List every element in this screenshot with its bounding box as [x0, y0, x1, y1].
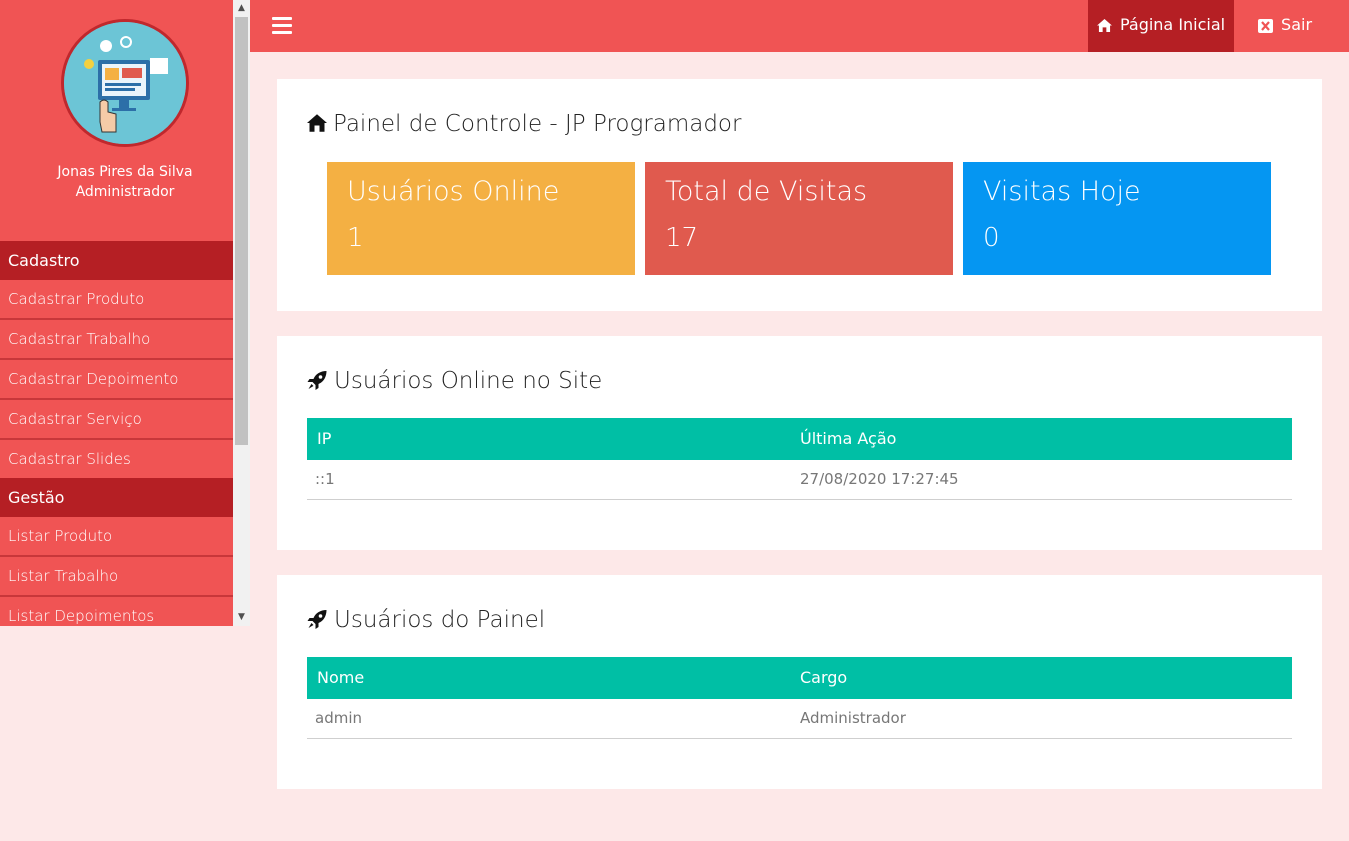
stat-label: Visitas Hoje — [983, 176, 1141, 207]
exit-link[interactable]: Sair — [1250, 0, 1320, 52]
menu-item-listar-trabalho[interactable]: Listar Trabalho — [0, 557, 233, 597]
topbar: Página Inicial Sair — [250, 0, 1349, 52]
sidebar: Jonas Pires da Silva Administrador Cadas… — [0, 0, 250, 626]
home-icon — [307, 113, 327, 132]
user-role: Administrador — [75, 184, 175, 200]
stat-value: 1 — [347, 223, 364, 253]
menu-icon[interactable] — [272, 17, 292, 35]
menu-item-cadastrar-trabalho[interactable]: Cadastrar Trabalho — [0, 320, 233, 360]
panel-users-title-text: Usuários do Painel — [334, 607, 546, 633]
dashboard-title: Painel de Controle - JP Programador — [307, 111, 741, 137]
rocket-icon — [307, 370, 327, 390]
column-header-ip: IP — [317, 429, 332, 448]
table-row: ::1 27/08/2020 17:27:45 — [307, 460, 1292, 500]
panel-users-table: Nome Cargo admin Administrador — [307, 657, 1292, 739]
column-header-role: Cargo — [800, 668, 848, 687]
menu-item-listar-produto[interactable]: Listar Produto — [0, 517, 233, 557]
online-users-title-text: Usuários Online no Site — [334, 368, 603, 394]
menu-item-cadastrar-produto[interactable]: Cadastrar Produto — [0, 280, 233, 320]
table-row: admin Administrador — [307, 699, 1292, 739]
close-icon — [1257, 18, 1273, 33]
stat-value: 0 — [983, 223, 1000, 253]
scrollbar-thumb[interactable] — [235, 17, 248, 445]
home-link[interactable]: Página Inicial — [1088, 0, 1234, 52]
menu-section-cadastro: Cadastro — [0, 241, 233, 280]
online-users-panel: Usuários Online no Site IP Última Ação :… — [277, 336, 1322, 550]
panel-users-title: Usuários do Painel — [307, 607, 545, 633]
column-header-last-action: Última Ação — [800, 429, 897, 448]
menu-item-cadastrar-servico[interactable]: Cadastrar Serviço — [0, 400, 233, 440]
scroll-up-icon[interactable]: ▲ — [233, 0, 250, 17]
menu-item-listar-depoimentos[interactable]: Listar Depoimentos — [0, 597, 233, 626]
table-header: IP Última Ação — [307, 418, 1292, 460]
scroll-down-icon[interactable]: ▼ — [233, 609, 250, 626]
cell-last-action: 27/08/2020 17:27:45 — [800, 470, 959, 488]
avatar — [61, 19, 189, 147]
home-icon — [1096, 19, 1112, 32]
sidebar-scrollbar[interactable]: ▲ ▼ — [233, 0, 250, 626]
cell-name: admin — [315, 709, 362, 727]
column-header-name: Nome — [317, 668, 365, 687]
sidebar-menu: Cadastro Cadastrar Produto Cadastrar Tra… — [0, 241, 233, 626]
table-header: Nome Cargo — [307, 657, 1292, 699]
cell-ip: ::1 — [315, 470, 335, 488]
menu-item-cadastrar-depoimento[interactable]: Cadastrar Depoimento — [0, 360, 233, 400]
online-users-title: Usuários Online no Site — [307, 368, 602, 394]
cell-role: Administrador — [800, 709, 906, 727]
online-users-table: IP Última Ação ::1 27/08/2020 17:27:45 — [307, 418, 1292, 500]
exit-link-label: Sair — [1281, 15, 1313, 34]
stat-card-visits-today: Visitas Hoje 0 — [963, 162, 1271, 275]
home-link-label: Página Inicial — [1119, 15, 1226, 34]
menu-item-cadastrar-slides[interactable]: Cadastrar Slides — [0, 440, 233, 478]
dashboard-title-text: Painel de Controle - JP Programador — [333, 111, 742, 137]
stat-label: Usuários Online — [347, 176, 560, 207]
dashboard-panel: Painel de Controle - JP Programador Usuá… — [277, 79, 1322, 311]
stat-value: 17 — [665, 223, 699, 253]
stat-card-online: Usuários Online 1 — [327, 162, 635, 275]
rocket-icon — [307, 609, 327, 629]
panel-users-panel: Usuários do Painel Nome Cargo admin Admi… — [277, 575, 1322, 789]
user-name: Jonas Pires da Silva — [57, 164, 193, 180]
stat-label: Total de Visitas — [665, 176, 868, 207]
stat-card-total-visits: Total de Visitas 17 — [645, 162, 953, 275]
menu-section-gestao: Gestão — [0, 478, 233, 517]
